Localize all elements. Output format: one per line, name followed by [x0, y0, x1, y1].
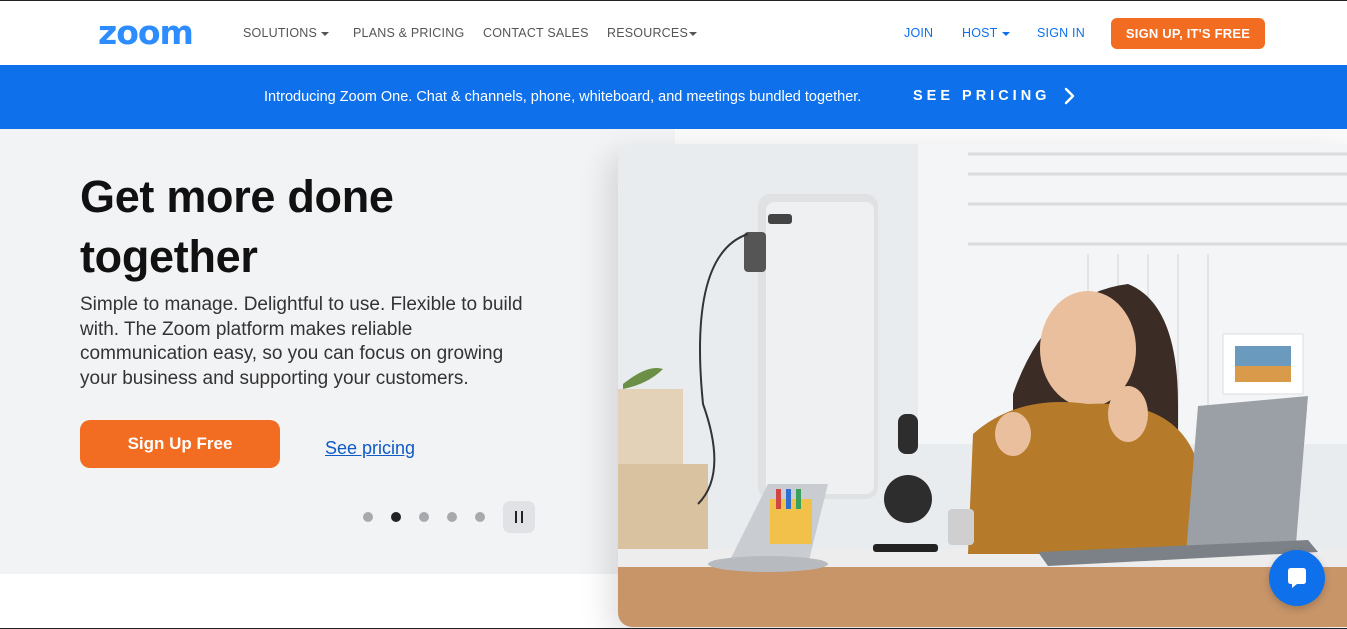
carousel-dot-2[interactable]	[391, 512, 401, 522]
nav-host[interactable]: HOST	[962, 26, 1010, 40]
nav-join[interactable]: JOIN	[904, 26, 933, 40]
nav-resources-label: RESOURCES	[607, 26, 688, 40]
promo-banner: Introducing Zoom One. Chat & channels, p…	[0, 65, 1347, 129]
caret-down-icon	[688, 31, 697, 36]
zoom-home-page: zoom SOLUTIONS PLANS & PRICING CONTACT S…	[0, 0, 1347, 629]
top-nav: zoom SOLUTIONS PLANS & PRICING CONTACT S…	[0, 1, 1347, 65]
hero-photo	[618, 144, 1347, 627]
zoom-logo[interactable]: zoom	[98, 16, 194, 49]
carousel-dot-4[interactable]	[447, 512, 457, 522]
nav-contact-sales[interactable]: CONTACT SALES	[483, 26, 589, 40]
pause-button[interactable]	[503, 501, 535, 533]
see-pricing-hero-link[interactable]: See pricing	[325, 438, 415, 458]
chat-bubble-icon	[1288, 568, 1306, 588]
chat-button[interactable]	[1269, 550, 1325, 606]
see-pricing-link[interactable]: SEE PRICING	[913, 87, 1050, 105]
caret-down-icon	[321, 31, 330, 36]
caret-down-icon	[1001, 31, 1010, 36]
sign-up-free-button[interactable]: Sign Up Free	[80, 420, 280, 468]
carousel-dot-3[interactable]	[419, 512, 429, 522]
carousel-dot-5[interactable]	[475, 512, 485, 522]
nav-solutions[interactable]: SOLUTIONS	[243, 26, 330, 40]
nav-host-label: HOST	[962, 26, 998, 40]
hero-photo-illustration	[618, 144, 1347, 627]
pause-icon	[515, 511, 517, 523]
nav-plans-pricing[interactable]: PLANS & PRICING	[353, 26, 464, 40]
signup-button[interactable]: SIGN UP, IT'S FREE	[1111, 18, 1265, 49]
nav-resources[interactable]: RESOURCES	[607, 26, 697, 40]
hero-background-strip	[675, 129, 1347, 144]
pause-icon	[521, 511, 523, 523]
hero-title: Get more done together	[80, 171, 394, 282]
nav-solutions-label: SOLUTIONS	[243, 26, 318, 40]
banner-text: Introducing Zoom One. Chat & channels, p…	[264, 89, 862, 105]
nav-sign-in[interactable]: SIGN IN	[1037, 26, 1085, 40]
carousel-dot-1[interactable]	[363, 512, 373, 522]
chevron-right-icon[interactable]	[1063, 87, 1075, 105]
hero-description: Simple to manage. Delightful to use. Fle…	[80, 294, 523, 389]
